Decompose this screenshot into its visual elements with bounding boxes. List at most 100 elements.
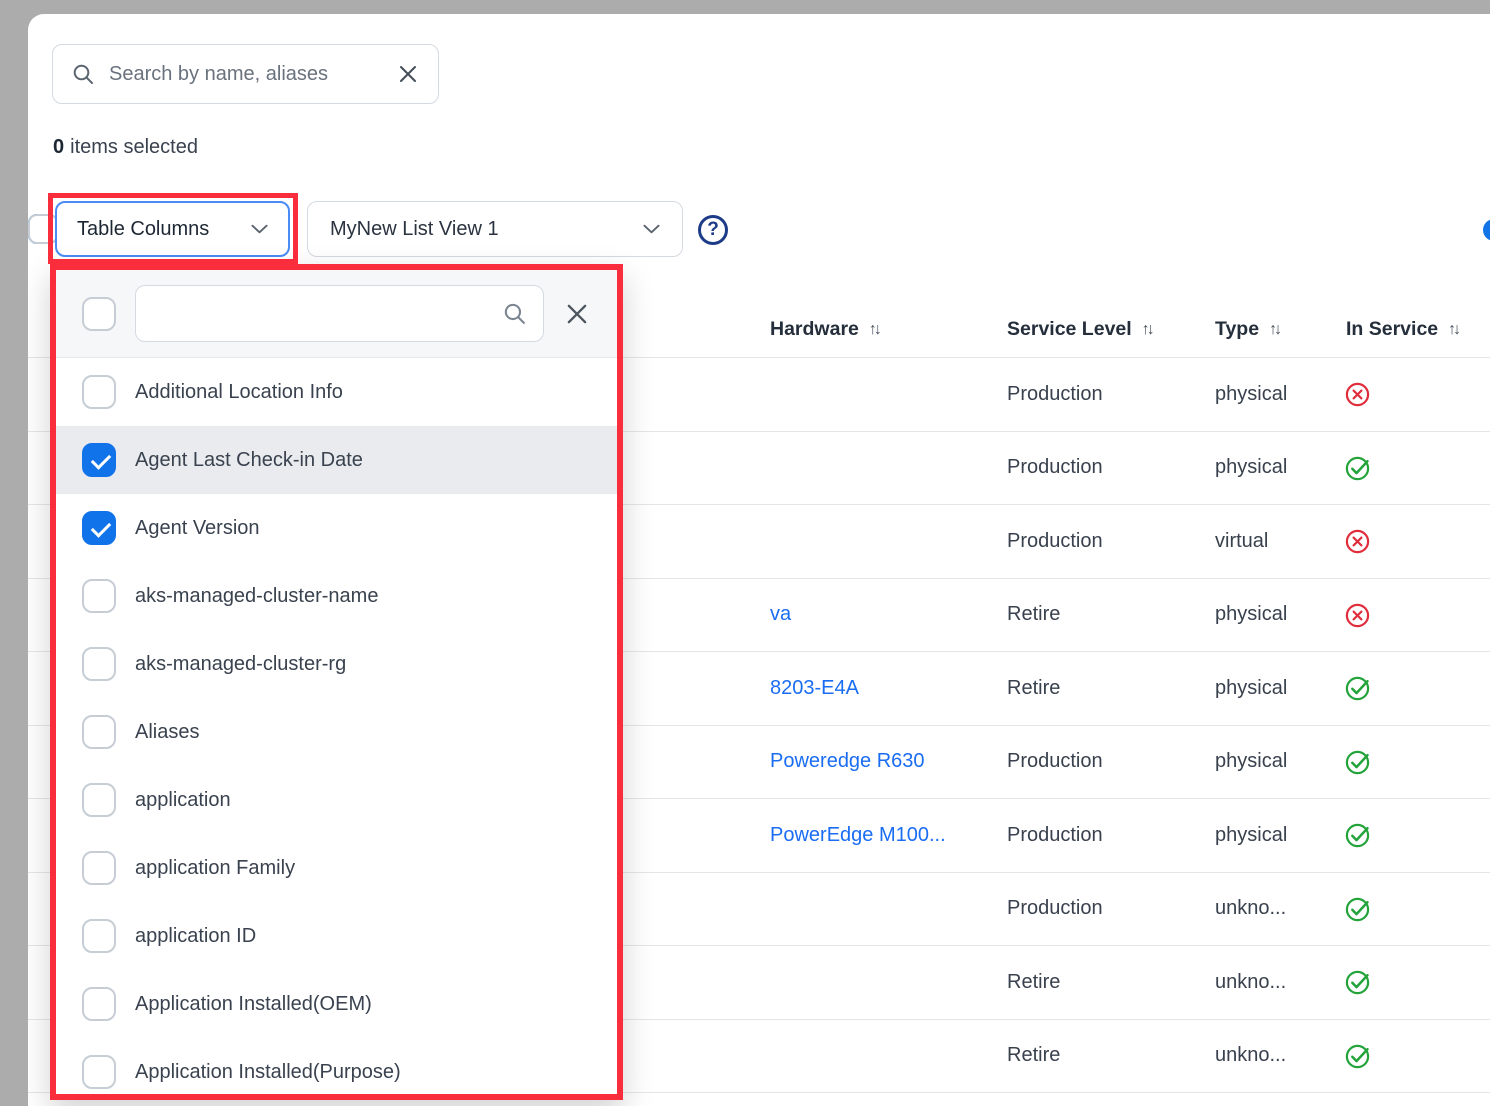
cell-type: unkno... <box>1215 946 1286 1019</box>
cell-service-level: Retire <box>1007 946 1060 1019</box>
column-checkbox[interactable] <box>82 783 116 817</box>
check-circle-icon <box>1344 749 1371 776</box>
table-columns-button[interactable]: Table Columns <box>55 201 290 257</box>
sort-icon[interactable]: ↑↓ <box>1269 321 1279 339</box>
x-circle-icon <box>1344 602 1371 629</box>
cell-hardware[interactable]: PowerEdge M100... <box>770 799 946 872</box>
column-header-type[interactable]: Type ↑↓ <box>1215 318 1279 341</box>
close-icon[interactable] <box>563 300 591 328</box>
sort-icon[interactable]: ↑↓ <box>869 321 879 339</box>
column-checkbox[interactable] <box>82 375 116 409</box>
column-option[interactable]: Application Installed(OEM) <box>56 970 617 1038</box>
column-option-label: Agent Version <box>135 517 260 540</box>
column-header-service-level[interactable]: Service Level ↑↓ <box>1007 318 1152 341</box>
cell-service-level: Production <box>1007 799 1103 872</box>
cell-type: physical <box>1215 579 1287 652</box>
column-option[interactable]: Application Installed(Purpose) <box>56 1038 617 1094</box>
cell-type: physical <box>1215 726 1287 799</box>
cell-type: unkno... <box>1215 1020 1286 1093</box>
search-icon <box>71 62 95 86</box>
column-option-label: Application Installed(Purpose) <box>135 1061 401 1084</box>
column-filter-search <box>135 285 544 342</box>
column-checkbox[interactable] <box>82 919 116 953</box>
sort-icon[interactable]: ↑↓ <box>1142 321 1152 339</box>
column-option-label: Additional Location Info <box>135 381 343 404</box>
cell-service-level: Production <box>1007 873 1103 946</box>
in-service-status <box>1344 749 1371 776</box>
annotation-box-column-dropdown: Additional Location Info Agent Last Chec… <box>50 264 623 1100</box>
column-list: Additional Location Info Agent Last Chec… <box>56 358 617 1094</box>
in-service-status <box>1344 455 1371 482</box>
cell-hardware[interactable]: va <box>770 579 791 652</box>
sort-icon[interactable]: ↑↓ <box>1448 321 1458 339</box>
in-service-status <box>1344 381 1371 408</box>
column-option-label: Agent Last Check-in Date <box>135 449 363 472</box>
chevron-down-icon <box>251 224 268 234</box>
cell-type: physical <box>1215 799 1287 872</box>
column-header-hardware[interactable]: Hardware ↑↓ <box>770 318 879 341</box>
table-columns-label: Table Columns <box>77 218 209 241</box>
checkbox[interactable] <box>28 214 58 244</box>
list-view-select[interactable]: MyNew List View 1 <box>307 201 683 257</box>
column-option[interactable]: application ID <box>56 902 617 970</box>
column-option-label: Application Installed(OEM) <box>135 993 372 1016</box>
cell-type: unkno... <box>1215 873 1286 946</box>
cell-type: virtual <box>1215 505 1268 578</box>
cell-service-level: Retire <box>1007 1020 1060 1093</box>
column-option[interactable]: Aliases <box>56 698 617 766</box>
in-service-status <box>1344 896 1371 923</box>
column-checkbox[interactable] <box>82 1055 116 1089</box>
in-service-status <box>1344 969 1371 996</box>
column-option[interactable]: aks-managed-cluster-name <box>56 562 617 630</box>
info-icon <box>1483 219 1490 241</box>
check-circle-icon <box>1344 455 1371 482</box>
search-icon <box>502 301 527 326</box>
selection-status: 0items selected <box>53 136 198 159</box>
column-checkbox[interactable] <box>82 443 116 477</box>
column-option-label: aks-managed-cluster-name <box>135 585 378 608</box>
column-option[interactable]: application Family <box>56 834 617 902</box>
cell-service-level: Production <box>1007 432 1103 505</box>
column-checkbox[interactable] <box>82 647 116 681</box>
in-service-status <box>1344 822 1371 849</box>
column-option[interactable]: aks-managed-cluster-rg <box>56 630 617 698</box>
cell-type: physical <box>1215 652 1287 725</box>
chevron-down-icon <box>643 224 660 234</box>
check-circle-icon <box>1344 969 1371 996</box>
cell-hardware[interactable]: 8203-E4A <box>770 652 859 725</box>
column-option[interactable]: Agent Version <box>56 494 617 562</box>
column-filter-input[interactable] <box>152 302 502 325</box>
in-service-status <box>1344 602 1371 629</box>
cell-type: physical <box>1215 432 1287 505</box>
selected-label: items selected <box>70 136 198 158</box>
cell-service-level: Retire <box>1007 579 1060 652</box>
global-search <box>52 44 439 104</box>
select-all-checkbox[interactable] <box>82 297 116 331</box>
column-checkbox[interactable] <box>82 715 116 749</box>
search-input[interactable] <box>109 63 382 86</box>
column-option[interactable]: application <box>56 766 617 834</box>
main-panel: 0items selected Table Columns MyNew List… <box>28 14 1490 1106</box>
x-circle-icon <box>1344 381 1371 408</box>
in-service-status <box>1344 1043 1371 1070</box>
cell-service-level: Retire <box>1007 652 1060 725</box>
column-chooser-dropdown: Additional Location Info Agent Last Chec… <box>56 270 617 1094</box>
column-option[interactable]: Additional Location Info <box>56 358 617 426</box>
check-circle-icon <box>1344 822 1371 849</box>
column-checkbox[interactable] <box>82 987 116 1021</box>
cell-hardware[interactable]: Poweredge R630 <box>770 726 925 799</box>
in-service-status <box>1344 675 1371 702</box>
column-checkbox[interactable] <box>82 579 116 613</box>
dropdown-header <box>56 270 617 358</box>
column-option[interactable]: Agent Last Check-in Date <box>56 426 617 494</box>
column-option-label: application Family <box>135 857 295 880</box>
column-checkbox[interactable] <box>82 511 116 545</box>
help-icon[interactable]: ? <box>698 215 728 245</box>
column-header-in-service[interactable]: In Service ↑↓ <box>1346 318 1458 341</box>
cell-type: physical <box>1215 358 1287 431</box>
cell-service-level: Production <box>1007 726 1103 799</box>
column-checkbox[interactable] <box>82 851 116 885</box>
clear-search-icon[interactable] <box>396 62 420 86</box>
cell-service-level: Production <box>1007 505 1103 578</box>
column-option-label: Aliases <box>135 721 199 744</box>
